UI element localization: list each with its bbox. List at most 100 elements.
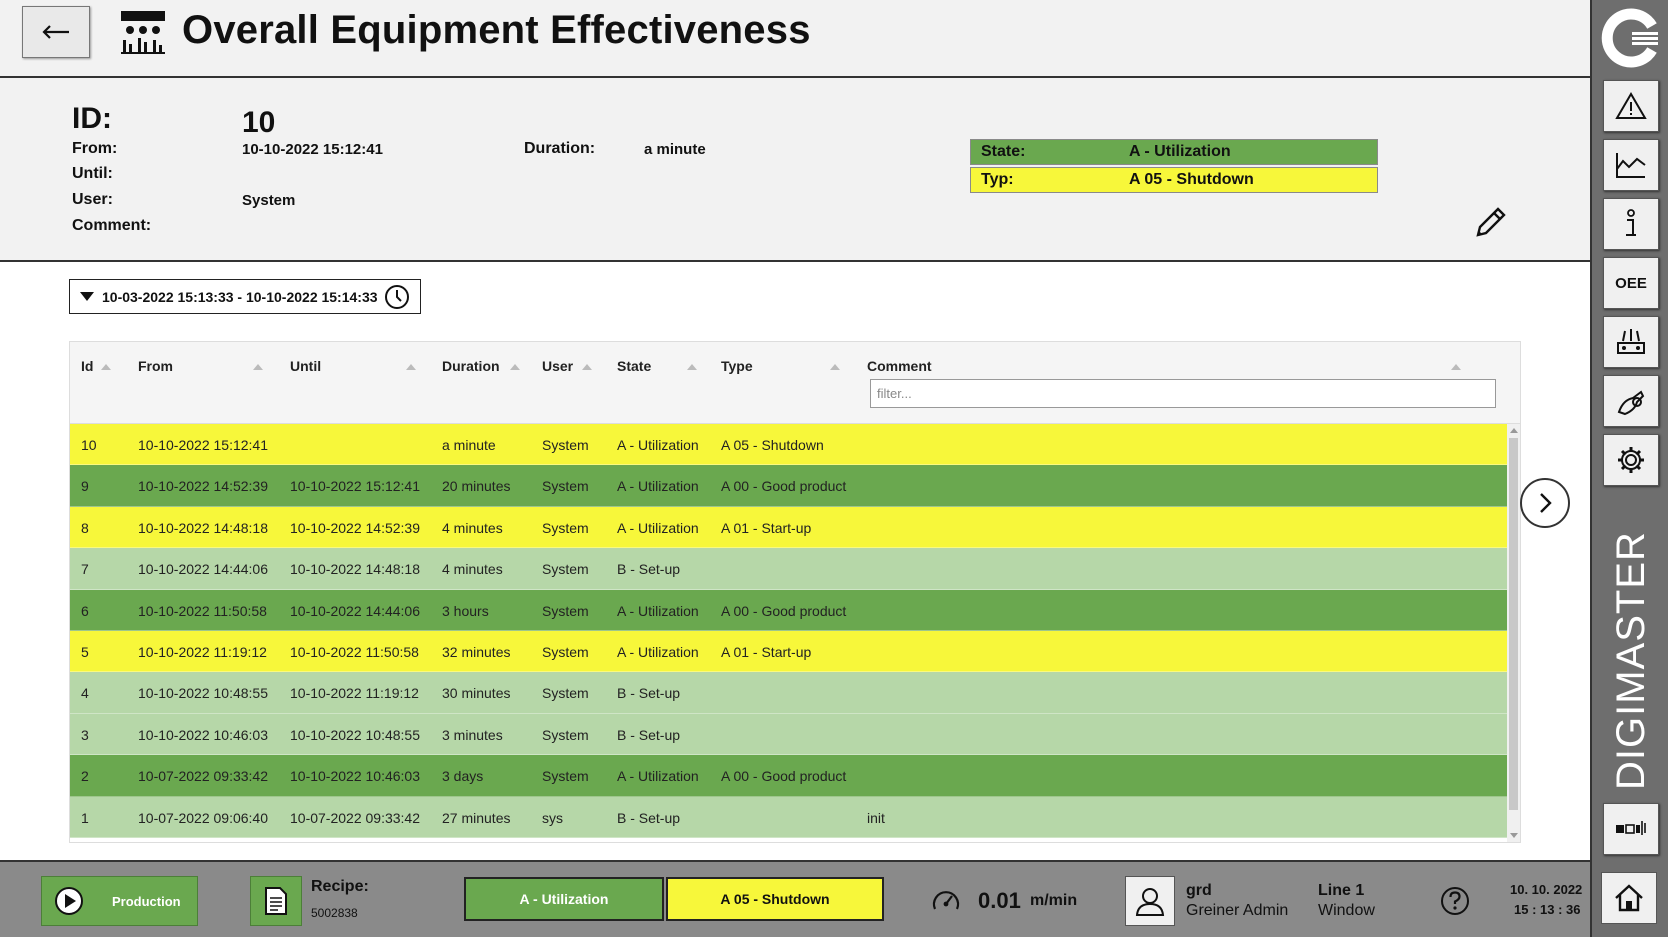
warning-button[interactable] [1603,80,1659,132]
current-type-badge[interactable]: A 05 - Shutdown [666,877,884,921]
info-button[interactable] [1603,198,1659,250]
typ-row: Typ: A 05 - Shutdown [970,167,1378,193]
row-id-cell: 6 [81,602,89,619]
scroll-up-icon[interactable] [1510,428,1518,433]
sort-icon[interactable] [582,364,592,370]
home-button[interactable] [1601,872,1657,924]
column-header-user[interactable]: User [542,358,573,374]
table-row[interactable]: 6 10-10-2022 11:50:58 10-10-2022 14:44:06 3… [70,589,1507,631]
row-user-cell: System [542,478,589,495]
sort-icon[interactable] [687,364,697,370]
table-row[interactable]: 1 10-07-2022 09:06:40 10-07-2022 09:33:42 2… [70,796,1507,838]
column-header-from[interactable]: From [138,358,173,374]
arrow-left-icon [42,25,69,39]
sort-icon[interactable] [510,364,520,370]
row-id-cell: 1 [81,809,89,826]
settings-button[interactable] [1603,434,1659,486]
next-page-button[interactable] [1520,478,1570,528]
row-from-cell: 10-10-2022 14:48:18 [138,519,268,536]
recipe-label: Recipe: [311,878,369,895]
row-until-cell: 10-10-2022 10:46:03 [290,768,420,785]
chart-button[interactable] [1603,139,1659,191]
comment-filter-input[interactable] [870,379,1496,408]
right-sidebar: OEE DIGIMASTER [1590,0,1668,937]
row-from-cell: 10-10-2022 11:50:58 [138,602,267,619]
row-duration-cell: 30 minutes [442,685,511,702]
table-row[interactable]: 8 10-10-2022 14:48:18 10-10-2022 14:52:39 4… [70,506,1507,549]
row-from-cell: 10-10-2022 11:19:12 [138,644,267,660]
table-row[interactable]: 9 10-10-2022 14:52:39 10-10-2022 15:12:41 2… [70,465,1507,507]
row-until-cell: 10-10-2022 14:48:18 [290,561,420,578]
sort-icon[interactable] [101,364,111,370]
row-user-cell: System [542,437,589,453]
row-id-cell: 9 [81,478,89,495]
row-duration-cell: 20 minutes [442,478,511,495]
row-user-cell: System [542,644,589,660]
machine-button[interactable] [1603,316,1659,368]
row-user-cell: System [542,561,589,578]
info-icon [1626,209,1636,236]
sort-icon[interactable] [830,364,840,370]
production-button[interactable]: Production [41,876,198,926]
state-label: State: [981,143,1026,160]
typ-value: A 05 - Shutdown [1129,171,1254,188]
column-header-id[interactable]: Id [81,358,93,374]
oee-button[interactable]: OEE [1603,257,1659,309]
speedometer-icon [932,891,960,910]
sort-icon[interactable] [406,364,416,370]
table-row[interactable]: 5 10-10-2022 11:19:12 10-10-2022 11:50:58 3… [70,631,1507,673]
row-until-cell: 10-07-2022 09:33:42 [290,809,420,826]
edit-button[interactable] [1470,203,1510,243]
sort-icon[interactable] [1451,364,1461,370]
scroll-thumb[interactable] [1509,438,1518,810]
row-user-cell: System [542,602,589,619]
recipe-button[interactable] [250,876,302,926]
current-date: 10. 10. 2022 [1510,882,1583,897]
column-header-state[interactable]: State [617,358,651,374]
column-header-type[interactable]: Type [721,358,753,374]
duration-label: Duration: [524,140,596,157]
table-row[interactable]: 10 10-10-2022 15:12:41 a minute System A - U… [70,424,1507,466]
row-type-cell: A 01 - Start-up [721,519,812,536]
table-scrollbar[interactable] [1507,424,1520,842]
recipe-value: 5002838 [311,906,358,920]
user-button[interactable] [1125,876,1175,926]
table-row[interactable]: 4 10-10-2022 10:48:55 10-10-2022 11:19:12 3… [70,672,1507,714]
user-value: System [242,192,296,209]
line-speed-unit: m/min [1030,892,1078,909]
user-role: Greiner Admin [1186,902,1289,919]
row-state-cell: A - Utilization [617,519,699,536]
digimaster-brand: DIGIMASTER [1609,531,1653,790]
row-id-cell: 4 [81,685,89,702]
comment-label: Comment: [72,217,152,234]
back-button[interactable] [22,6,90,58]
row-state-cell: B - Set-up [617,561,681,578]
oee-icon: OEE [1615,274,1647,292]
row-until-cell: 10-10-2022 14:44:06 [290,602,420,619]
document-icon [265,887,287,915]
row-duration-cell: 4 minutes [442,561,503,578]
table-row[interactable]: 2 10-07-2022 09:33:42 10-10-2022 10:46:03 3… [70,755,1507,797]
column-header-comment[interactable]: Comment [867,358,932,374]
sort-icon[interactable] [253,364,263,370]
column-header-duration[interactable]: Duration [442,358,500,374]
user-name: grd [1186,882,1212,899]
service-button[interactable] [1603,375,1659,427]
line-overview-button[interactable] [1603,803,1659,855]
date-range-picker[interactable]: 10-03-2022 15:13:33 - 10-10-2022 15:14:3… [69,279,421,314]
table-row[interactable]: 7 10-10-2022 14:44:06 10-10-2022 14:48:18 4… [70,548,1507,590]
row-type-cell: A 05 - Shutdown [721,437,824,453]
machine-icon [1617,329,1645,354]
from-label: From: [72,140,118,157]
table-row[interactable]: 3 10-10-2022 10:46:03 10-10-2022 10:48:55 3… [70,713,1507,756]
row-until-cell: 10-10-2022 15:12:41 [290,478,420,495]
digimaster-brand-text: DIGIMASTER [1609,531,1653,790]
production-label: Production [112,893,181,909]
line-speed-value: 0.01 [978,888,1021,913]
current-state-badge[interactable]: A - Utilization [464,877,664,921]
settings-icon [1618,447,1644,473]
row-duration-cell: 3 days [442,768,484,785]
help-icon[interactable] [1440,886,1470,916]
scroll-down-icon[interactable] [1510,833,1518,838]
column-header-until[interactable]: Until [290,358,321,374]
